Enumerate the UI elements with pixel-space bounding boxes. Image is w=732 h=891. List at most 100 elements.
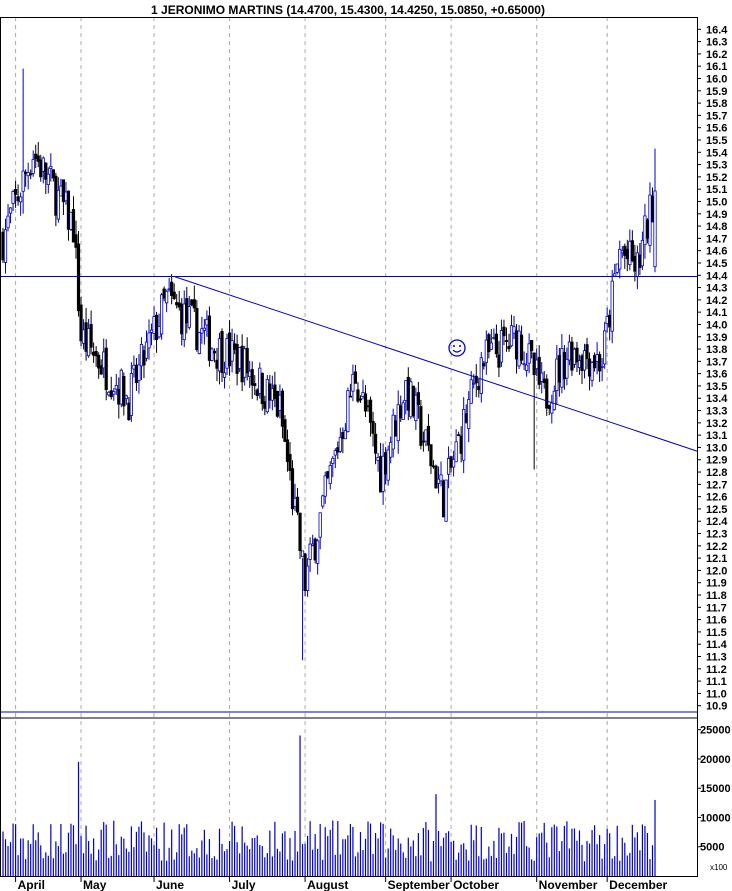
- price-bar-body: [608, 314, 612, 328]
- price-tick-label: 14.9: [706, 209, 727, 221]
- price-bar-body: [190, 299, 194, 306]
- price-tick-label: 11.1: [706, 676, 727, 688]
- price-tick-label: 11.4: [706, 639, 728, 651]
- price-bar-body: [633, 256, 637, 272]
- price-bar-body: [230, 340, 234, 362]
- price-bar-body: [517, 330, 521, 367]
- price-tick-label: 15.0: [706, 196, 727, 208]
- price-tick-label: 11.3: [706, 652, 727, 664]
- price-bar-body: [132, 364, 136, 370]
- price-bar-body: [595, 354, 599, 362]
- price-bar-body: [265, 379, 269, 413]
- price-bar-body: [306, 565, 310, 591]
- price-bar-body: [540, 372, 544, 382]
- price-tick-label: 12.3: [706, 529, 727, 541]
- price-bar-body: [142, 350, 146, 366]
- smiley-eye: [453, 345, 455, 347]
- price-bar-body: [535, 359, 539, 370]
- price-bar-body: [212, 350, 217, 354]
- price-bar-body: [24, 171, 28, 174]
- price-tick-label: 12.7: [706, 479, 727, 491]
- price-bar-body: [280, 390, 285, 427]
- price-bar-body: [653, 190, 657, 268]
- price-bar-body: [552, 390, 556, 411]
- price-bar-body: [489, 342, 493, 350]
- price-bar-body: [182, 303, 186, 341]
- price-bar-body: [308, 543, 312, 560]
- price-bar-body: [560, 348, 564, 388]
- price-bar-body: [346, 390, 350, 432]
- price-bar-body: [366, 405, 370, 408]
- price-bar-body: [512, 326, 516, 334]
- price-bar-body: [175, 302, 179, 306]
- price-bar-body: [238, 346, 242, 369]
- price-bar-body: [92, 351, 96, 356]
- price-bar-body: [270, 388, 274, 401]
- price-bar-body: [467, 399, 471, 429]
- price-bar-body: [479, 357, 483, 394]
- price-tick-label: 13.4: [706, 393, 728, 405]
- price-bar-body: [263, 401, 267, 409]
- price-bar-body: [570, 341, 574, 371]
- price-bar-body: [59, 185, 63, 197]
- price-bar-body: [26, 172, 30, 177]
- price-tick-label: 10.9: [706, 701, 727, 713]
- price-tick-label: 15.6: [706, 123, 727, 135]
- price-bar-body: [328, 465, 332, 484]
- price-bar-body: [207, 315, 212, 361]
- price-bar-body: [439, 474, 443, 482]
- price-bar-body: [119, 369, 123, 405]
- price-bar-body: [129, 373, 133, 416]
- price-bar-body: [275, 390, 279, 417]
- price-bar-body: [341, 431, 345, 439]
- price-bar-body: [353, 371, 358, 384]
- price-bar-body: [313, 538, 317, 561]
- price-bar-body: [547, 405, 551, 409]
- price-bar-body: [356, 389, 360, 402]
- price-bar-body: [391, 414, 395, 450]
- price-bar-body: [29, 173, 33, 176]
- stock-chart: April May June July August September October No…: [0, 3, 731, 891]
- price-bar-body: [620, 250, 624, 254]
- price-tick-label: 15.5: [706, 135, 727, 147]
- price-bar-body: [66, 190, 71, 230]
- price-tick-label: 11.5: [706, 627, 727, 639]
- price-bar-body: [311, 543, 315, 546]
- price-bar-body: [610, 280, 614, 332]
- price-bar-body: [149, 329, 154, 333]
- price-bar-body: [457, 434, 461, 437]
- price-bar-body: [243, 348, 247, 378]
- price-bar-body: [170, 281, 174, 296]
- price-bar-body: [235, 343, 239, 374]
- price-bar-body: [79, 304, 83, 342]
- price-tick-label: 15.9: [706, 86, 727, 98]
- price-bar-body: [462, 409, 466, 461]
- price-bar-body: [527, 343, 531, 364]
- price-bar-body: [514, 330, 519, 360]
- price-tick-label: 13.1: [706, 430, 727, 442]
- price-bar-body: [431, 465, 436, 468]
- price-bar-body: [202, 327, 206, 331]
- chart-title: 1 JERONIMO MARTINS (14.4700, 15.4300, 14…: [151, 3, 545, 17]
- price-bar-body: [379, 456, 383, 493]
- price-bar-body: [477, 385, 481, 391]
- price-tick-label: 13.8: [706, 344, 727, 356]
- month-label: May: [83, 878, 107, 891]
- price-bar-body: [628, 240, 632, 266]
- price-tick-label: 14.0: [706, 319, 727, 331]
- price-bar-body: [368, 399, 373, 423]
- price-bar-body: [300, 550, 305, 558]
- price-bar-body: [519, 334, 524, 361]
- price-bar-body: [225, 338, 229, 369]
- price-bar-body: [572, 348, 577, 365]
- price-tick-label: 13.0: [706, 442, 727, 454]
- price-bar-body: [338, 436, 342, 452]
- price-tick-label: 14.5: [706, 258, 727, 270]
- price-bar-body: [288, 454, 292, 471]
- price-bar-body: [117, 388, 121, 405]
- price-bar-body: [396, 404, 400, 442]
- price-bar-body: [260, 372, 264, 405]
- price-bar-body: [358, 398, 363, 401]
- price-tick-label: 16.3: [706, 37, 727, 49]
- price-bar-body: [643, 215, 647, 246]
